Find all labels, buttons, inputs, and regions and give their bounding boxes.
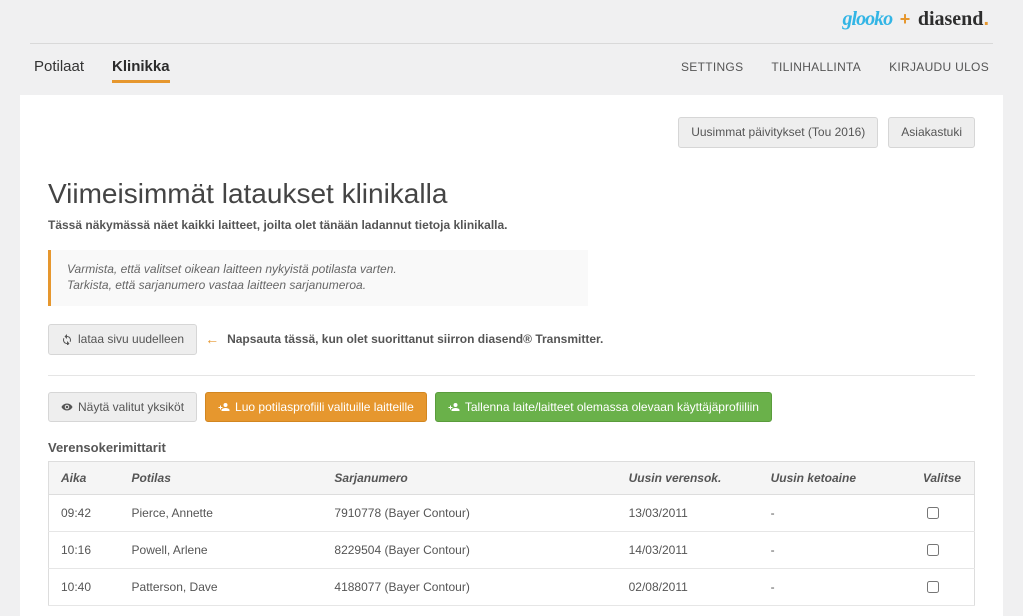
table-header-row: Aika Potilas Sarjanumero Uusin verensok.… (49, 462, 975, 495)
brand-logo: glooko + diasend. (843, 8, 989, 31)
reload-button-label: lataa sivu uudelleen (78, 331, 184, 348)
support-button[interactable]: Asiakastuki (888, 117, 975, 148)
cell-time: 09:42 (49, 495, 120, 532)
save-device-label: Tallenna laite/laitteet olemassa olevaan… (465, 399, 759, 416)
cell-glucose: 02/08/2011 (617, 569, 759, 606)
col-header-time: Aika (49, 462, 120, 495)
user-plus-icon (448, 401, 460, 413)
table-row: 10:16Powell, Arlene8229504 (Bayer Contou… (49, 532, 975, 569)
cell-ketone: - (759, 569, 911, 606)
cell-ketone: - (759, 495, 911, 532)
cell-select (911, 532, 975, 569)
devices-table: Aika Potilas Sarjanumero Uusin verensok.… (48, 461, 975, 606)
col-header-glucose: Uusin verensok. (617, 462, 759, 495)
cell-ketone: - (759, 532, 911, 569)
create-profile-label: Luo potilasprofiili valituille laitteill… (235, 399, 414, 416)
cell-time: 10:40 (49, 569, 120, 606)
col-header-select: Valitse (911, 462, 975, 495)
cell-serial: 7910778 (Bayer Contour) (322, 495, 616, 532)
table-row: 10:40Patterson, Dave4188077 (Bayer Conto… (49, 569, 975, 606)
create-profile-button[interactable]: Luo potilasprofiili valituille laitteill… (205, 392, 427, 423)
show-selected-button[interactable]: Näytä valitut yksiköt (48, 392, 197, 423)
cell-glucose: 13/03/2011 (617, 495, 759, 532)
save-device-button[interactable]: Tallenna laite/laitteet olemassa olevaan… (435, 392, 772, 423)
brand-plus: + (896, 9, 915, 29)
cell-select (911, 495, 975, 532)
row-select-checkbox[interactable] (927, 581, 939, 593)
nav-tab-klinikka[interactable]: Klinikka (112, 58, 170, 75)
reload-button[interactable]: lataa sivu uudelleen (48, 324, 197, 355)
arrow-left-icon: ← (205, 331, 219, 347)
cell-glucose: 14/03/2011 (617, 532, 759, 569)
refresh-icon (61, 333, 73, 345)
user-plus-icon (218, 401, 230, 413)
section-divider (48, 375, 975, 376)
page-subtitle: Tässä näkymässä näet kaikki laitteet, jo… (48, 218, 975, 232)
col-header-ketone: Uusin ketoaine (759, 462, 911, 495)
cell-patient: Powell, Arlene (120, 532, 323, 569)
col-header-patient: Potilas (120, 462, 323, 495)
brand-glooko: glooko (843, 8, 893, 30)
cell-patient: Patterson, Dave (120, 569, 323, 606)
cell-serial: 8229504 (Bayer Contour) (322, 532, 616, 569)
main-content: Uusimmat päivitykset (Tou 2016) Asiakast… (20, 95, 1003, 616)
cell-serial: 4188077 (Bayer Contour) (322, 569, 616, 606)
col-header-serial: Sarjanumero (322, 462, 616, 495)
eye-icon (61, 401, 73, 413)
table-row: 09:42Pierce, Annette7910778 (Bayer Conto… (49, 495, 975, 532)
updates-button[interactable]: Uusimmat päivitykset (Tou 2016) (678, 117, 878, 148)
cell-select (911, 569, 975, 606)
notice-box: Varmista, että valitset oikean laitteen … (48, 250, 588, 306)
row-select-checkbox[interactable] (927, 507, 939, 519)
notice-line: Tarkista, että sarjanumero vastaa laitte… (67, 278, 572, 292)
main-nav: Potilaat Klinikka SETTINGS TILINHALLINTA… (0, 44, 1023, 87)
show-selected-label: Näytä valitut yksiköt (78, 399, 184, 416)
nav-link-settings[interactable]: SETTINGS (681, 60, 743, 74)
page-title: Viimeisimmät lataukset klinikalla (48, 178, 975, 210)
brand-diasend: diasend (918, 8, 984, 30)
row-select-checkbox[interactable] (927, 544, 939, 556)
nav-link-account[interactable]: TILINHALLINTA (771, 60, 861, 74)
brand-dot: . (983, 8, 989, 30)
nav-link-logout[interactable]: KIRJAUDU ULOS (889, 60, 989, 74)
table-section-label: Verensokerimittarit (48, 440, 975, 455)
nav-tab-potilaat[interactable]: Potilaat (34, 58, 84, 75)
reload-hint: Napsauta tässä, kun olet suorittanut sii… (227, 332, 603, 346)
notice-line: Varmista, että valitset oikean laitteen … (67, 262, 572, 276)
app-header: glooko + diasend. (0, 0, 1023, 35)
cell-time: 10:16 (49, 532, 120, 569)
cell-patient: Pierce, Annette (120, 495, 323, 532)
